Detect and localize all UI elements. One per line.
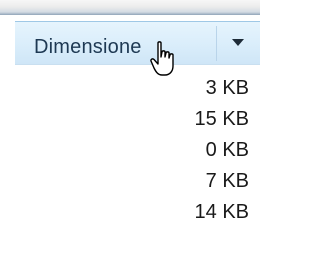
size-cell: 0 KB: [205, 139, 249, 161]
size-cell: 3 KB: [205, 77, 249, 99]
size-cell: 15 KB: [194, 108, 249, 130]
hand-pointer-cursor-icon: [150, 41, 174, 76]
size-cell: 7 KB: [205, 170, 249, 192]
column-header-dimensione[interactable]: Dimensione: [15, 21, 260, 65]
size-column: 3 KB 15 KB 0 KB 7 KB 14 KB: [15, 70, 249, 228]
column-dropdown-button[interactable]: [217, 22, 260, 64]
column-header-label: Dimensione: [34, 36, 142, 58]
window-top-border: [0, 0, 260, 15]
size-cell: 14 KB: [194, 201, 249, 223]
file-list-view: Dimensione 3 KB 15 KB 0 KB 7 KB 14 KB: [0, 0, 260, 256]
triangle-down-icon: [232, 39, 244, 46]
